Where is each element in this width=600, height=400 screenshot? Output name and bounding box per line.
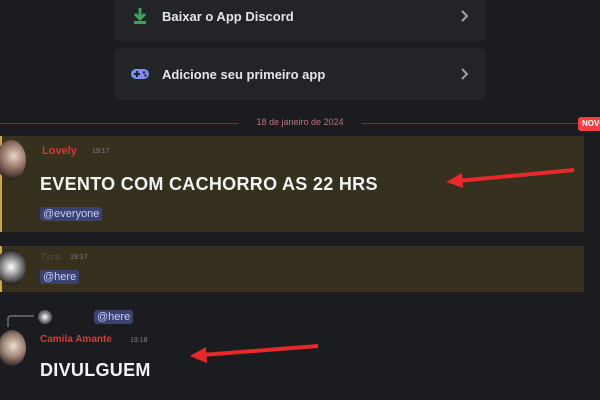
message-text: EVENTO COM CACHORRO AS 22 HRS (40, 174, 378, 194)
message-text: DIVULGUEM (40, 360, 151, 380)
reply-mention-tag[interactable]: @here (94, 310, 134, 324)
message-author[interactable]: Lovely (42, 145, 77, 157)
add-first-app-label: Adicione seu primeiro app (162, 66, 326, 82)
red-arrow-annotation (446, 168, 575, 188)
divider-line-left (0, 123, 238, 124)
reply-connector (7, 315, 34, 327)
download-arrow-icon (130, 6, 150, 26)
download-app-label: Baixar o App Discord (162, 8, 294, 24)
game-controller-icon (130, 64, 150, 84)
date-divider: 18 de janeiro de 2024 (0, 117, 600, 127)
message-author[interactable]: Camila Amante (40, 334, 112, 345)
avatar[interactable] (0, 330, 26, 366)
mention-tag[interactable]: @everyone (40, 207, 103, 221)
new-messages-badge[interactable]: NOVO (578, 117, 600, 131)
add-first-app-card[interactable]: Adicione seu primeiro app (114, 48, 486, 100)
reply-avatar[interactable] (38, 310, 52, 324)
message-timestamp: 19:18 (130, 337, 148, 344)
divider-line-right (362, 123, 578, 124)
chevron-right-icon (456, 8, 472, 24)
message-timestamp: 19:17 (92, 148, 110, 155)
chevron-right-icon (456, 66, 472, 82)
mention-tag[interactable]: @here (40, 270, 80, 284)
message-author[interactable]: Tyra (40, 252, 60, 263)
message-timestamp: 19:17 (70, 254, 88, 261)
download-app-card[interactable]: Baixar o App Discord (114, 0, 486, 42)
red-arrow-annotation (190, 344, 319, 363)
divider-date: 18 de janeiro de 2024 (256, 117, 344, 127)
message-item[interactable] (0, 246, 584, 292)
